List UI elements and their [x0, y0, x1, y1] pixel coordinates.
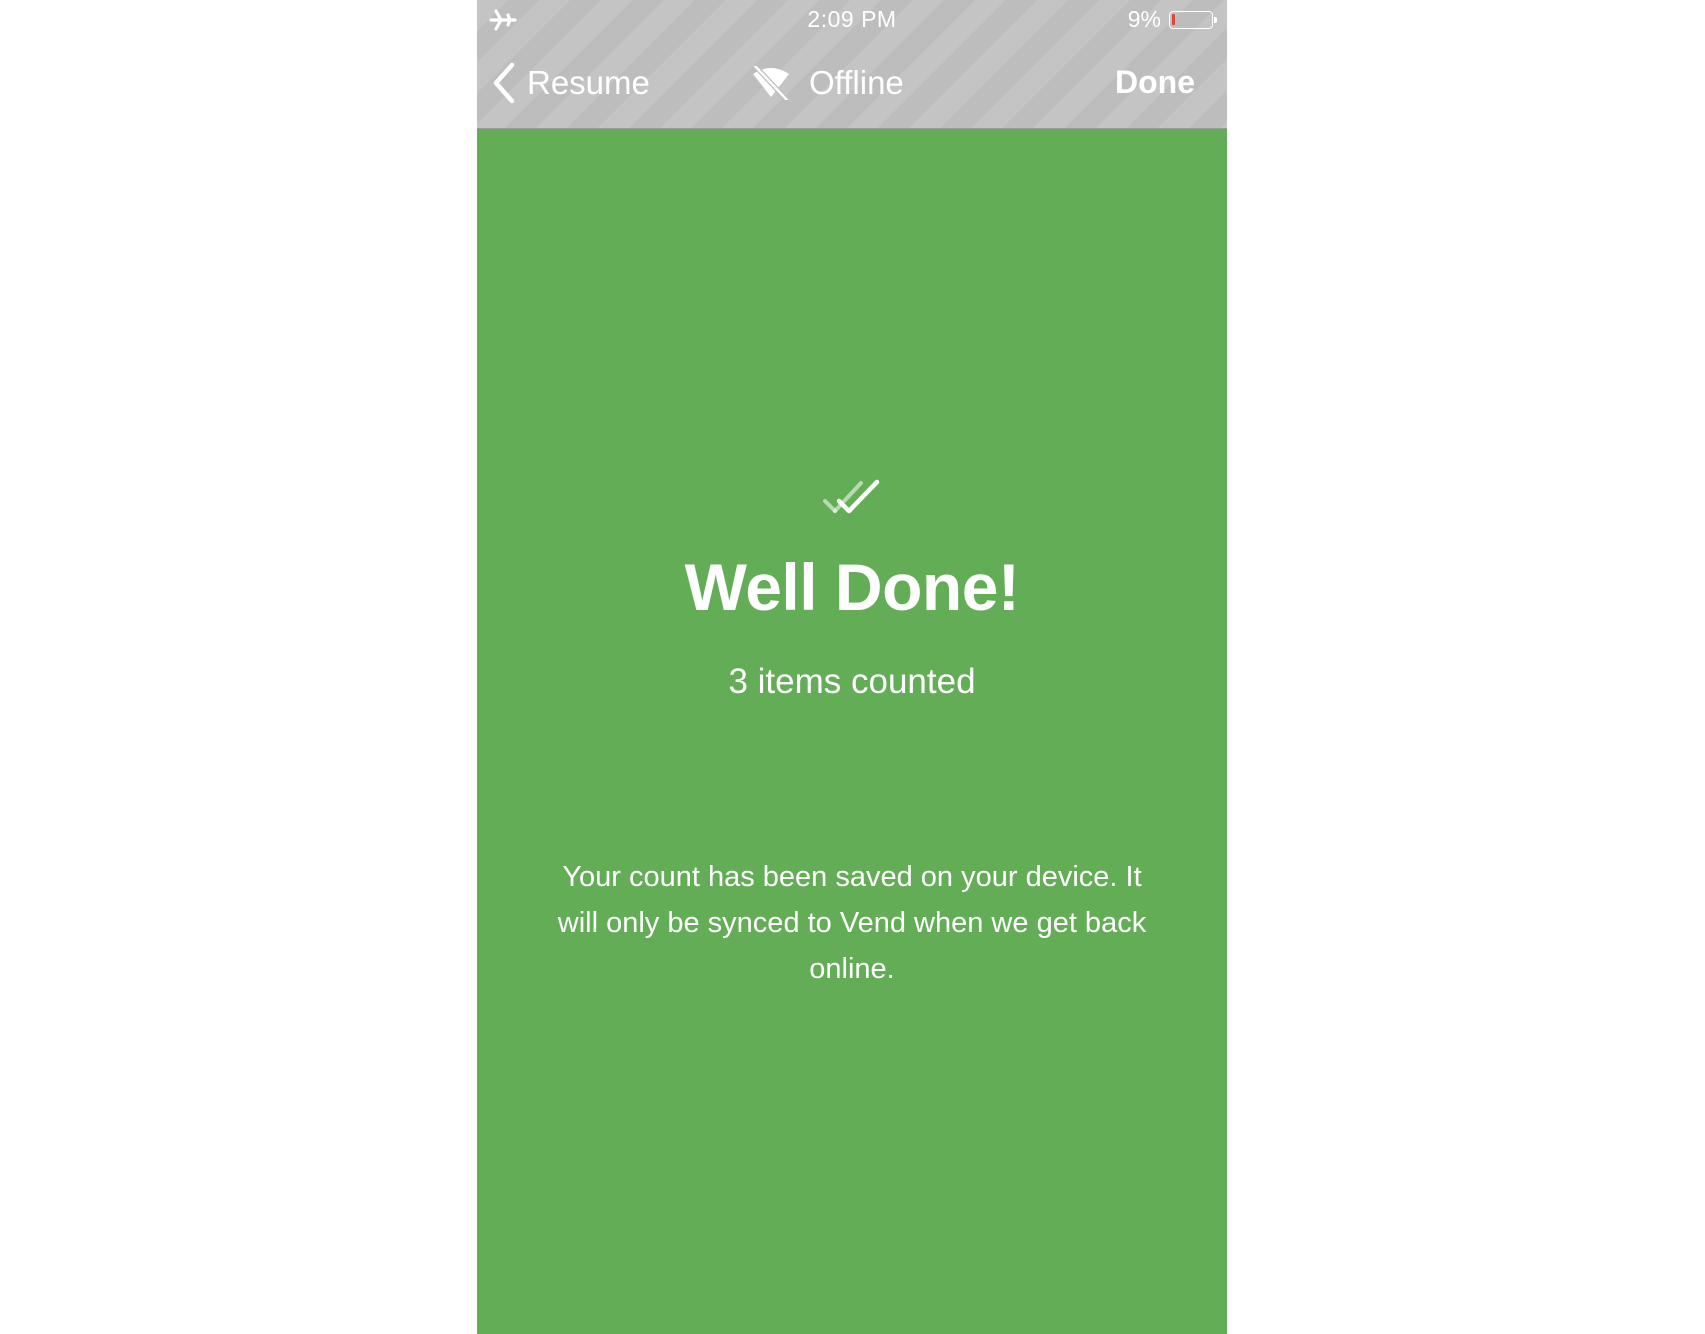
top-bar: 2:09 PM 9% Resume Offline Done [477, 0, 1227, 129]
navigation-bar: Resume Offline Done [477, 40, 1227, 128]
items-counted-text: 3 items counted [728, 662, 976, 701]
battery-icon [1169, 11, 1217, 29]
offline-indicator: Offline [751, 60, 904, 106]
summary-panel: Well Done! 3 items counted Your count ha… [477, 129, 1227, 1334]
status-time: 2:09 PM [807, 6, 897, 32]
headline: Well Done! [684, 550, 1020, 624]
status-bar: 2:09 PM 9% [477, 0, 1227, 40]
resume-button[interactable]: Resume [491, 60, 650, 106]
done-button[interactable]: Done [1115, 64, 1195, 101]
nav-title: Offline [809, 64, 904, 101]
chevron-left-icon [493, 62, 515, 104]
battery-percent: 9% [1127, 6, 1161, 32]
double-check-icon [823, 479, 880, 514]
wifi-off-icon [753, 66, 789, 100]
resume-label: Resume [527, 64, 650, 101]
offline-save-message: Your count has been saved on your device… [557, 861, 1147, 985]
app-screen: 2:09 PM 9% Resume Offline Done Well Done… [477, 0, 1227, 1334]
battery-level [1172, 14, 1175, 25]
